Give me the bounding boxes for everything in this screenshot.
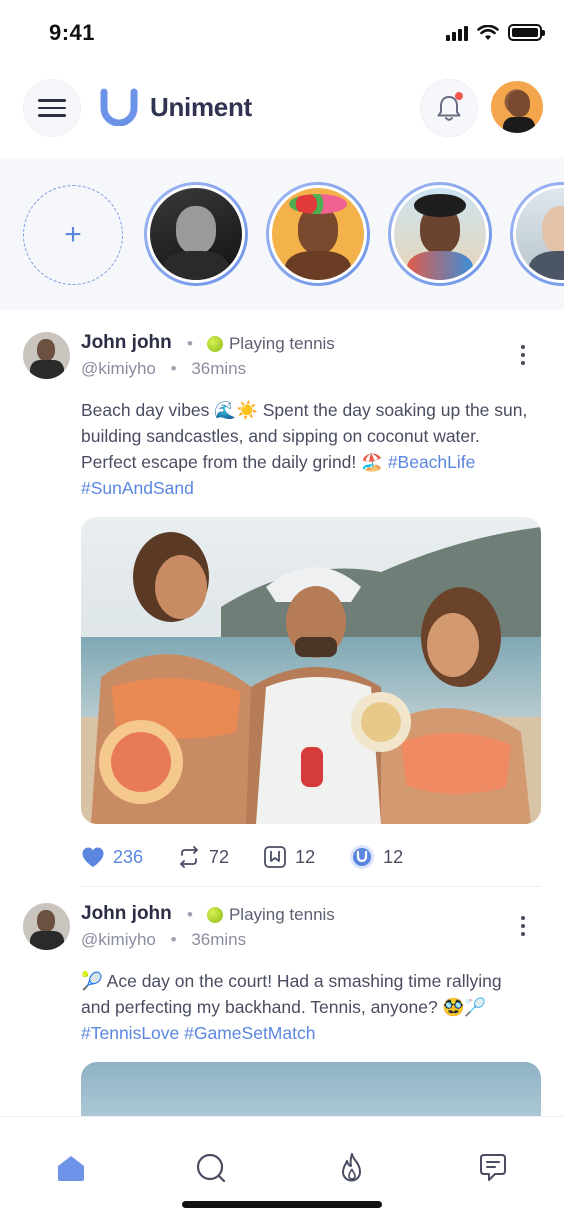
hashtag-link[interactable]: #TennisLove: [81, 1023, 179, 1043]
notifications-button[interactable]: [420, 79, 478, 137]
story-item[interactable]: [388, 182, 492, 286]
post-divider: [81, 886, 541, 887]
post-text-line: building sandcastles, and sipping on coc…: [81, 426, 480, 446]
save-count: 12: [295, 846, 316, 867]
wifi-icon: [477, 24, 499, 40]
post-author-name[interactable]: John john: [81, 903, 172, 925]
status-bar: 9:41: [0, 0, 564, 66]
nav-search[interactable]: [193, 1150, 229, 1186]
status-time: 9:41: [49, 20, 96, 45]
bookmark-icon: [264, 846, 286, 868]
home-icon: [58, 1156, 84, 1181]
activity-label: Playing tennis: [228, 334, 335, 353]
post-text-line: and perfecting my backhand. Tennis, anyo…: [81, 997, 487, 1017]
activity-label: Playing tennis: [228, 905, 335, 924]
hashtag-link[interactable]: #GameSetMatch: [184, 1023, 315, 1043]
uniment-count: 12: [383, 846, 404, 867]
post-actions: 236 72 12 12: [81, 844, 437, 870]
like-count: 236: [113, 846, 144, 867]
plus-icon: +: [64, 218, 82, 251]
story-item[interactable]: [510, 182, 564, 286]
uniment-logo-icon: [100, 88, 138, 126]
save-button[interactable]: 12: [263, 845, 315, 869]
nav-trending[interactable]: [334, 1150, 370, 1186]
post-activity: • Playing tennis: [187, 334, 335, 353]
battery-icon: [508, 24, 545, 41]
nav-home[interactable]: [53, 1150, 89, 1186]
profile-avatar[interactable]: [489, 79, 545, 135]
post-author-avatar[interactable]: [23, 903, 70, 950]
menu-button[interactable]: [23, 79, 81, 137]
post-time: 36mins: [191, 359, 247, 378]
chat-icon: [480, 1154, 506, 1181]
signal-icon: [446, 25, 468, 41]
add-story-button[interactable]: +: [23, 185, 123, 285]
uniment-icon: [350, 845, 375, 869]
post-text: Beach day vibes 🌊☀️ Spent the day soakin…: [81, 397, 541, 501]
search-icon: [196, 1153, 226, 1183]
post-handle: @kimiyho: [81, 930, 156, 949]
post-activity: • Playing tennis: [187, 905, 335, 924]
more-options-button[interactable]: [514, 914, 532, 938]
tennis-ball-icon: [206, 907, 223, 923]
post-text-line: 🎾 Ace day on the court! Had a smashing t…: [81, 971, 502, 991]
post-text-line: Beach day vibes 🌊☀️ Spent the day soakin…: [81, 400, 528, 420]
repost-button[interactable]: 72: [177, 846, 229, 868]
story-item[interactable]: [266, 182, 370, 286]
home-indicator: [182, 1201, 382, 1208]
app-header: Uniment: [0, 66, 564, 158]
status-icons: [446, 24, 545, 41]
flame-icon: [342, 1153, 361, 1182]
like-button[interactable]: 236: [81, 846, 143, 868]
post-handle: @kimiyho: [81, 359, 156, 378]
hamburger-icon: [38, 94, 66, 122]
uniment-button[interactable]: 12: [349, 844, 403, 870]
more-options-button[interactable]: [514, 343, 532, 367]
post-time: 36mins: [191, 930, 247, 949]
story-item[interactable]: [144, 182, 248, 286]
app-name: Uniment: [150, 91, 252, 122]
tennis-ball-icon: [206, 336, 223, 352]
post-text: 🎾 Ace day on the court! Had a smashing t…: [81, 968, 541, 1046]
post-meta: @kimiyho • 36mins: [81, 359, 247, 378]
post-author-name[interactable]: John john: [81, 332, 172, 354]
stories-bar: +: [0, 158, 564, 310]
post-text-line: Perfect escape from the daily grind! 🏖️: [81, 452, 383, 472]
hashtag-link[interactable]: #BeachLife: [388, 452, 476, 472]
app-logo[interactable]: Uniment: [100, 88, 252, 126]
post-meta: @kimiyho • 36mins: [81, 930, 247, 949]
heart-icon: [82, 847, 104, 867]
post-author-avatar[interactable]: [23, 332, 70, 379]
notification-badge: [455, 92, 463, 100]
repost-icon: [180, 846, 198, 868]
hashtag-link[interactable]: #SunAndSand: [81, 478, 194, 498]
repost-count: 72: [209, 846, 230, 867]
post-image[interactable]: [81, 517, 541, 824]
nav-messages[interactable]: [475, 1150, 511, 1186]
